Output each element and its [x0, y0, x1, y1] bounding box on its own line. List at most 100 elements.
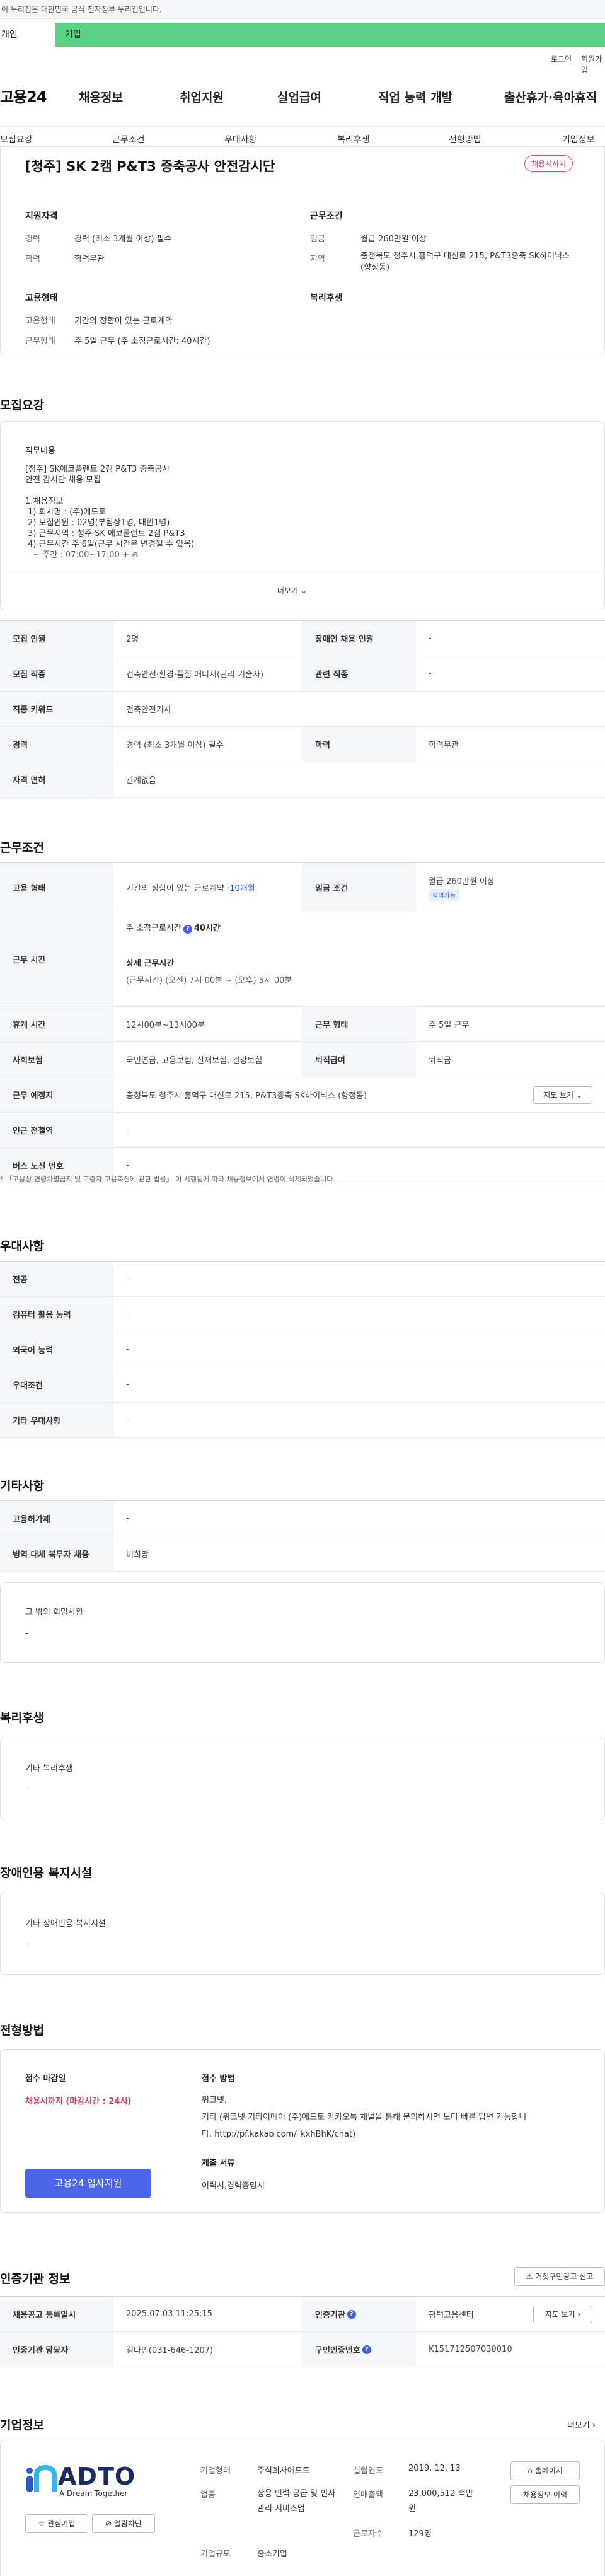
table-cell: - [429, 669, 432, 678]
founded-value: 2019. 12. 13 [408, 2464, 461, 2473]
gnb-menu-parental-leave[interactable]: 출산휴가·육아휴직 [504, 88, 597, 105]
emptype-value: 기간의 정함이 있는 근로계약 [74, 316, 173, 326]
gnb-menu-training[interactable]: 직업 능력 개발 [378, 88, 452, 105]
table-cell: 퇴직금 [429, 1056, 451, 1065]
tab-welfare[interactable]: 복리후생 [337, 133, 370, 146]
user-type-tabs: 개인 기업 [0, 23, 605, 48]
block-view-button[interactable]: ⊘ 열람차단 [92, 2514, 155, 2533]
industry-value: 상용 인력 공급 및 인사관리 서비스업 [257, 2489, 336, 2514]
table-cell: - [126, 1274, 129, 1284]
chevron-down-icon: ⌄ [300, 586, 308, 595]
table-header: 학력 [302, 727, 416, 762]
table-header: 외국어 능력 [0, 1332, 113, 1367]
table-header: 사회보험 [0, 1042, 113, 1077]
table-cell: 건축안전·환경·품질 매니저(관리 기술자) [126, 670, 264, 680]
table-header: 근무 형태 [302, 1007, 416, 1041]
tab-recruit[interactable]: 모집요강 [0, 133, 33, 146]
worktype-value: 주 5일 근무 (주 소정근로시간: 40시간) [74, 337, 210, 346]
work-table: 고용 형태 기간의 정함이 있는 근로계약 · 10개월 임금 조건 월급 26… [0, 862, 605, 1183]
map-button[interactable]: 지도 보기 ⌄ [533, 1086, 592, 1104]
etc-section-title: 기타사항 [0, 1479, 44, 1493]
process-section-title: 전형방법 [0, 2024, 44, 2038]
gnb-menu-jobs[interactable]: 채용정보 [79, 88, 123, 105]
sales-value: 23,000,512 백만원 [408, 2489, 473, 2514]
tab-company[interactable]: 기업정보 [562, 133, 595, 146]
help-icon[interactable]: ? [362, 2345, 371, 2354]
table-header: 경력 [0, 727, 113, 762]
gnb-menu-unemployment[interactable]: 실업급여 [277, 88, 321, 105]
method-heading: 접수 방법 [202, 2074, 235, 2084]
tab-work-conditions[interactable]: 근무조건 [112, 133, 145, 146]
employees-value: 129명 [408, 2529, 432, 2539]
job-title: [청주] SK 2캠 P&T3 증축공사 안전감시단 [25, 159, 275, 174]
company-section-title: 기업정보 [0, 2418, 44, 2432]
table-cell: 비희망 [126, 1550, 149, 1560]
method-line[interactable]: 다. http://pf.kakao.com/_kxhBhK/chat) [202, 2127, 355, 2139]
table-row: 고용 형태 기간의 정함이 있는 근로계약 · 10개월 임금 조건 월급 26… [0, 863, 605, 912]
homepage-button[interactable]: ⌂ 홈페이지 [510, 2461, 580, 2480]
favorite-company-button[interactable]: ☆ 관심기업 [25, 2514, 88, 2533]
table-cell: 충청북도 청주시 흥덕구 대신로 215, P&T3증축 SK하이닉스 (향정동… [126, 1091, 367, 1101]
help-icon[interactable]: ? [183, 925, 192, 934]
gnb-menu-employment-support[interactable]: 취업지원 [180, 88, 224, 105]
table-header: 관련 직종 [302, 656, 416, 691]
age-note-text: 「고용상 연령차별금지 및 고령자 고용촉진에 관한 법률」 이 시행됨에 따라… [6, 1175, 335, 1183]
cert-number-label: 구인인증번호 [315, 2346, 360, 2355]
help-icon[interactable]: ? [347, 2309, 356, 2319]
age-note: * 「고용상 연령차별금지 및 고령자 고용촉진에 관한 법률」 이 시행됨에 … [0, 1175, 335, 1183]
login-link[interactable]: 로그인 [551, 54, 572, 64]
disability-heading: 기타 장애인용 복지시설 [25, 1919, 106, 1929]
table-header: 모집 인원 [0, 621, 113, 656]
table-header: 전공 [0, 1262, 113, 1296]
table-cell: - [126, 1309, 129, 1319]
employment-type-heading: 고용형태 [25, 293, 58, 303]
tab-preferences[interactable]: 우대사항 [224, 133, 257, 146]
job-history-button[interactable]: 채용정보 이력 [510, 2485, 580, 2504]
table-row: 기타 우대사항 - [0, 1403, 605, 1438]
table-header: 고용허가제 [0, 1501, 113, 1536]
table-header: 임금 조건 [302, 863, 416, 912]
tab-individual[interactable]: 개인 [0, 23, 55, 47]
apply-button[interactable]: 고용24 입사지원 [25, 2169, 151, 2198]
report-fake-ad-button[interactable]: ⚠ 거짓구인광고 신고 [514, 2267, 605, 2286]
table-header: 인증기관 담당자 [0, 2332, 113, 2367]
table-header: 근무 예정지 [0, 1077, 113, 1112]
hours-cell: 주 소정근로시간? 40시간 상세 근무시간 (근무시간) (오전) 7시 00분… [113, 912, 605, 1006]
recruit-more-button[interactable]: 더보기 ⌄ [277, 585, 307, 596]
table-header: 채용공고 등록일시 [0, 2297, 113, 2331]
company-more-label: 더보기 [567, 2421, 590, 2430]
block-icon: ⊘ [105, 2519, 112, 2528]
chevron-down-icon: ⌄ [575, 1091, 582, 1099]
block-label: 열람차단 [113, 2519, 142, 2528]
cert-map-button[interactable]: 지도 보기 › [533, 2306, 592, 2323]
table-header: 휴게 시간 [0, 1007, 113, 1041]
hours-detail-heading: 상세 근무시간 [126, 959, 175, 968]
weekly-hours-value: 40시간 [193, 924, 221, 933]
work-section-title: 근무조건 [0, 841, 44, 855]
company-more-link[interactable]: 더보기 › [567, 2418, 596, 2430]
site-logo[interactable]: 고용24 [0, 84, 47, 107]
logo-slogan: A Dream Together [59, 2489, 128, 2498]
hours-detail: (근무시간) (오전) 7시 00분 ~ (오후) 5시 00분 [126, 976, 292, 985]
signup-link[interactable]: 회원가입 [581, 54, 605, 75]
etc-table: 고용허가제 - 병역 대체 복무자 채용 비희망 [0, 1500, 605, 1572]
table-row: 우대조건 - [0, 1367, 605, 1403]
tab-business[interactable]: 기업 [55, 23, 605, 47]
table-row: 병역 대체 복무자 채용 비희망 [0, 1536, 605, 1572]
table-row: 인근 전철역 - [0, 1113, 605, 1148]
chevron-right-icon: › [577, 2310, 581, 2319]
industry-label: 업종 [200, 2490, 216, 2500]
table-header: 직종 키워드 [0, 692, 113, 726]
company-type-label: 기업형태 [200, 2466, 231, 2476]
fav-label: 관심기업 [47, 2519, 76, 2528]
wage-cell: 월급 260만원 이상 협의가능 [416, 863, 605, 912]
recruit-table: 모집 인원 2명 장애인 채용 인원 - 모집 직종 건축안전·환경·품질 매니… [0, 620, 605, 798]
career-value: 경력 (최소 3개월 이상) 필수 [74, 235, 172, 244]
table-cell: 김다인(031-646-1207) [126, 2346, 214, 2355]
emp-months: 10개월 [229, 884, 255, 893]
tab-process[interactable]: 전형방법 [449, 133, 481, 146]
gov-banner-text: 이 누리집은 대한민국 공식 전자정부 누리집입니다. [1, 5, 162, 14]
wage-value: 월급 260만원 이상 [360, 235, 427, 244]
other-wishes-card [0, 1582, 605, 1663]
global-nav: 고용24 채용정보 취업지원 실업급여 직업 능력 개발 출산휴가·육아휴직 [0, 82, 605, 113]
